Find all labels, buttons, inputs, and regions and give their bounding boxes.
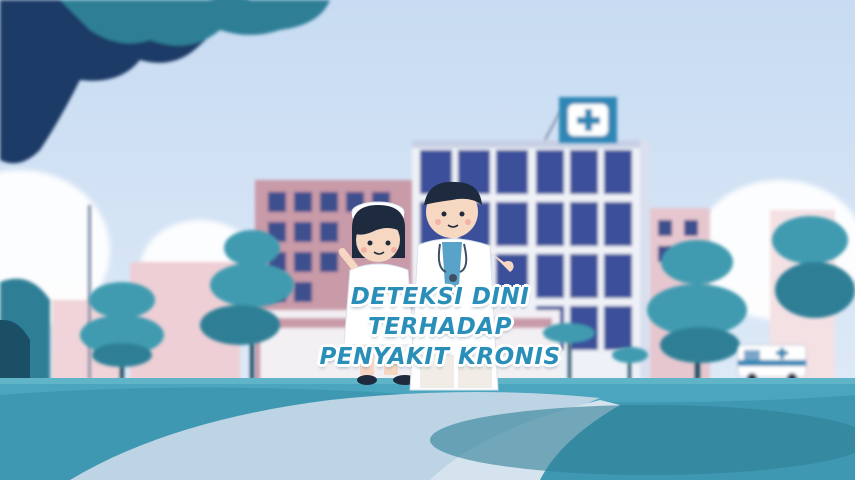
scene-illustration: DETEKSI DINI TERHADAP PENYAKIT KRONIS	[0, 0, 855, 480]
title-line-2: TERHADAP	[368, 314, 512, 340]
title-block: DETEKSI DINI TERHADAP PENYAKIT KRONIS	[290, 282, 590, 372]
ground	[0, 378, 855, 480]
ambulance	[737, 344, 807, 383]
background-illustration	[0, 0, 855, 480]
title-line-3: PENYAKIT KRONIS	[319, 344, 561, 370]
medical-cross-icon	[559, 97, 617, 143]
title-line-1: DETEKSI DINI	[350, 284, 530, 310]
